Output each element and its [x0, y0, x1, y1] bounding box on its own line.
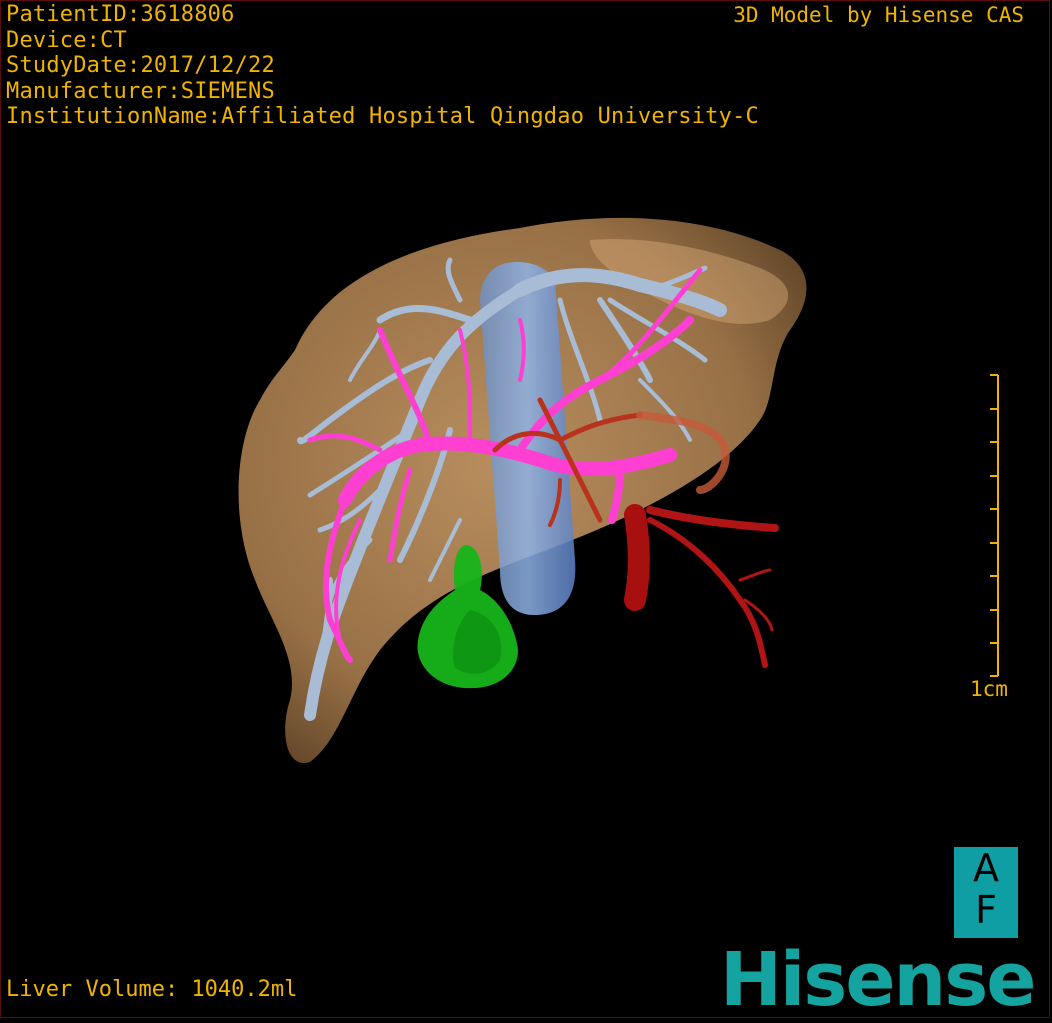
patient-id-text: PatientID:3618806 — [6, 2, 235, 27]
study-date-text: StudyDate:2017/12/22 — [6, 53, 275, 78]
liver-volume-text: Liver Volume: 1040.2ml — [6, 977, 298, 1002]
device-text: Device:CT — [6, 27, 128, 53]
3d-liver-model-viewport[interactable] — [0, 0, 1052, 1020]
orientation-indicator[interactable]: A F — [954, 847, 1018, 938]
scale-bar — [990, 374, 999, 677]
orientation-top-label: A — [973, 846, 999, 890]
model-credit-text: 3D Model by Hisense CAS — [733, 3, 1024, 27]
manufacturer-text: Manufacturer:SIEMENS — [6, 78, 275, 104]
dicom-info-overlay: PatientID:3618806 Device:CT StudyDate:20… — [6, 2, 759, 130]
orientation-bottom-label: F — [975, 888, 997, 932]
scale-bar-label: 1cm — [970, 677, 1008, 701]
institution-text: InstitutionName:Affiliated Hospital Qing… — [6, 104, 759, 129]
hisense-logo: Hisense — [720, 937, 1036, 1023]
